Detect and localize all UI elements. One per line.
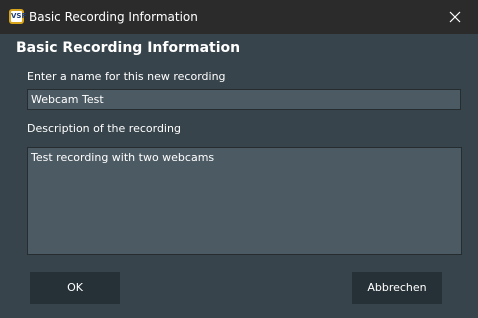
title-bar[interactable]: VSF Basic Recording Information [0,0,478,34]
ok-button[interactable]: OK [30,272,120,304]
close-button[interactable] [432,0,478,34]
description-label: Description of the recording [27,122,181,135]
recording-description-input[interactable]: Test recording with two webcams [27,147,462,255]
window-title: Basic Recording Information [29,10,198,24]
dialog-heading: Basic Recording Information [16,40,241,56]
cancel-button[interactable]: Abbrechen [352,272,442,304]
recording-name-input[interactable] [27,89,461,110]
dialog-window: VSF Basic Recording Information Basic Re… [0,0,478,318]
close-icon [449,11,461,23]
name-label: Enter a name for this new recording [27,70,226,83]
app-icon: VSF [9,9,26,24]
